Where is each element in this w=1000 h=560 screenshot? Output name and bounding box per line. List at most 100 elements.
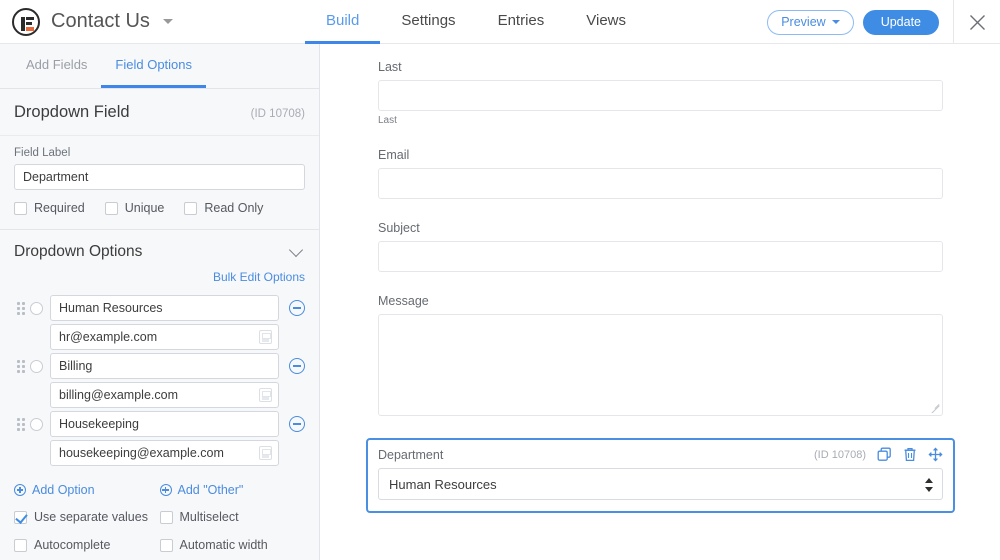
text-input[interactable]	[378, 80, 943, 111]
option-default-radio[interactable]	[30, 359, 43, 373]
multiselect-checkbox[interactable]: Multiselect	[159, 510, 306, 524]
option-label-input[interactable]	[50, 295, 279, 321]
sidebar-tabs: Add Fields Field Options	[0, 44, 319, 89]
checkbox-box	[159, 538, 173, 552]
field-toolbar	[877, 447, 943, 462]
move-arrows-icon[interactable]	[928, 447, 943, 462]
option-default-radio[interactable]	[30, 301, 43, 315]
bulk-edit-options-link[interactable]: Bulk Edit Options	[213, 270, 305, 284]
duplicate-icon[interactable]	[877, 447, 892, 462]
unique-checkbox[interactable]: Unique	[104, 201, 164, 215]
option-value-input[interactable]	[50, 440, 279, 466]
tab-entries[interactable]: Entries	[477, 0, 566, 44]
textarea-input[interactable]	[378, 314, 943, 416]
drag-handle-icon[interactable]	[14, 417, 27, 431]
preview-button[interactable]: Preview	[767, 9, 854, 35]
add-other-label: Add "Other"	[177, 483, 244, 497]
close-button[interactable]	[954, 0, 1000, 44]
text-input[interactable]	[378, 241, 943, 272]
required-checkbox[interactable]: Required	[14, 201, 85, 215]
close-icon	[969, 14, 985, 30]
sidebar-tab-field-options-label: Field Options	[115, 57, 193, 72]
plus-circle-icon	[14, 484, 26, 496]
selected-field-header: Department (ID 10708)	[378, 447, 943, 462]
field-options-header: Dropdown Field (ID 10708)	[0, 89, 319, 136]
preview-field-subject[interactable]: Subject	[378, 221, 943, 272]
field-sublabel: Last	[378, 115, 397, 126]
update-button[interactable]: Update	[862, 9, 939, 35]
field-label: Email	[378, 148, 410, 162]
add-other-link[interactable]: Add "Other"	[159, 483, 306, 497]
autocomplete-label: Autocomplete	[34, 538, 111, 552]
option-value-row	[14, 324, 305, 350]
autocomplete-checkbox[interactable]: Autocomplete	[14, 538, 160, 552]
field-label-input[interactable]	[14, 164, 305, 190]
field-label: Department	[378, 447, 444, 462]
minus-circle-icon[interactable]	[289, 300, 305, 316]
use-separate-values-checkbox[interactable]: Use separate values	[14, 510, 160, 524]
field-type-title: Dropdown Field	[14, 103, 130, 121]
page-title[interactable]: Contact Us	[51, 10, 173, 33]
add-option-link[interactable]: Add Option	[14, 483, 160, 497]
checkbox-box	[14, 538, 27, 552]
checkbox-box	[159, 510, 173, 524]
automatic-width-checkbox[interactable]: Automatic width	[159, 538, 306, 552]
drag-handle-icon[interactable]	[14, 359, 27, 373]
sidebar-tab-add-fields-label: Add Fields	[26, 57, 88, 72]
preview-field-message[interactable]: Message	[378, 294, 943, 416]
field-flags-row: Required Unique Read Only	[14, 201, 305, 215]
option-default-radio[interactable]	[30, 417, 43, 431]
field-options-sidebar: Add Fields Field Options Dropdown Field …	[0, 44, 320, 560]
required-label: Required	[34, 201, 85, 215]
sidebar-tab-field-options[interactable]: Field Options	[101, 44, 207, 88]
tab-views[interactable]: Views	[565, 0, 647, 44]
add-links-row: Add Option Add "Other"	[14, 483, 305, 497]
preview-field-email[interactable]: Email	[378, 148, 943, 199]
top-bar: Contact Us Build Settings Entries Views …	[0, 0, 1000, 44]
field-label: Subject	[378, 221, 420, 235]
resize-handle-icon[interactable]	[931, 404, 940, 413]
option-label-input[interactable]	[50, 353, 279, 379]
field-label-caption: Field Label	[14, 147, 71, 159]
option-value-input[interactable]	[50, 382, 279, 408]
tab-views-label: Views	[586, 12, 626, 29]
dropdown-options-title: Dropdown Options	[14, 243, 143, 260]
option-row	[14, 353, 305, 379]
caret-down-icon[interactable]	[162, 19, 173, 25]
option-row	[14, 411, 305, 437]
trash-icon[interactable]	[903, 447, 917, 462]
main-nav-tabs: Build Settings Entries Views	[305, 0, 647, 44]
chevron-down-icon[interactable]	[288, 242, 304, 258]
preview-field-department-selected[interactable]: Department (ID 10708) Human Resources	[366, 438, 955, 513]
caret-down-icon	[831, 20, 840, 24]
update-button-label: Update	[880, 15, 921, 29]
bulk-edit-wrap: Bulk Edit Options	[14, 261, 305, 292]
text-input[interactable]	[378, 168, 943, 199]
sidebar-tab-add-fields[interactable]: Add Fields	[12, 44, 101, 88]
option-value-input[interactable]	[50, 324, 279, 350]
dropdown-options-header[interactable]: Dropdown Options	[14, 230, 305, 261]
image-upload-icon[interactable]	[259, 330, 272, 344]
option-value-row	[14, 440, 305, 466]
field-id-label: (ID 10708)	[250, 108, 305, 120]
form-fields-list: Last Last Email Subject Message Departme…	[321, 44, 1000, 513]
tab-build[interactable]: Build	[305, 0, 381, 44]
checkbox-box	[184, 201, 198, 215]
image-upload-icon[interactable]	[259, 388, 272, 402]
option-label-input[interactable]	[50, 411, 279, 437]
tab-entries-label: Entries	[497, 12, 545, 29]
field-label: Last	[378, 60, 402, 74]
preview-field-last[interactable]: Last Last	[378, 60, 943, 126]
drag-handle-icon[interactable]	[14, 301, 27, 315]
minus-circle-icon[interactable]	[289, 416, 305, 432]
tab-settings[interactable]: Settings	[380, 0, 476, 44]
image-upload-icon[interactable]	[259, 446, 272, 460]
minus-circle-icon[interactable]	[289, 358, 305, 374]
form-preview-area: Last Last Email Subject Message Departme…	[321, 44, 1000, 560]
read-only-checkbox[interactable]: Read Only	[184, 201, 263, 215]
automatic-width-label: Automatic width	[179, 538, 268, 552]
department-select[interactable]: Human Resources	[378, 468, 943, 500]
department-select-value: Human Resources	[389, 476, 497, 492]
field-label: Message	[378, 294, 429, 308]
checkbox-box	[14, 201, 27, 215]
